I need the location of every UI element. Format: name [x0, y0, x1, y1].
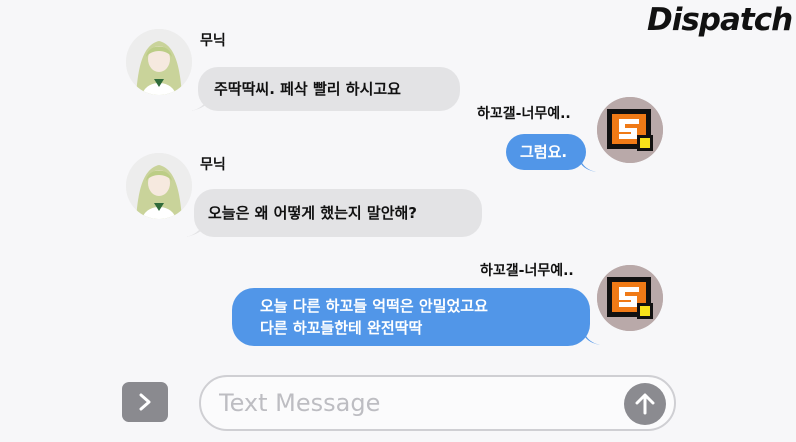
game-logo-avatar-icon: [597, 265, 663, 331]
outgoing-bubble[interactable]: 그럼요.: [506, 134, 586, 170]
watermark: Dispatch: [647, 2, 793, 38]
anime-girl-avatar-icon: [126, 29, 192, 95]
sender-name: 무닉: [200, 33, 226, 49]
arrow-up-icon: [635, 393, 655, 415]
incoming-bubble[interactable]: 주딱딱씨. 페삭 빨리 하시고요: [198, 67, 460, 111]
avatar[interactable]: [597, 97, 663, 163]
chevron-right-icon: [139, 393, 151, 411]
game-logo-avatar-icon: [597, 97, 663, 163]
message-text: 오늘은 왜 어떻게 했는지 말안해?: [208, 204, 417, 222]
bubble-tail: [584, 331, 600, 345]
outgoing-bubble[interactable]: 오늘 다른 하꼬들 억떡은 안밀었고요 다른 하꼬들한테 완전딱딱: [232, 288, 590, 346]
expand-apps-button[interactable]: [122, 382, 168, 422]
message-text: 오늘 다른 하꼬들 억떡은 안밀었고요: [260, 297, 488, 315]
anime-girl-avatar-icon: [126, 153, 192, 219]
incoming-bubble[interactable]: 오늘은 왜 어떻게 했는지 말안해?: [194, 189, 482, 237]
sender-name: 하꼬갤-너무예..: [480, 263, 574, 279]
bubble-tail: [186, 223, 204, 237]
message-text: 주딱딱씨. 페삭 빨리 하시고요: [214, 80, 401, 98]
sender-name: 무닉: [200, 157, 226, 173]
bubble-tail: [191, 97, 209, 111]
message-text: 다른 하꼬들한테 완전딱딱: [260, 319, 423, 337]
send-button[interactable]: [624, 383, 666, 425]
message-text: 그럼요.: [520, 143, 568, 161]
avatar[interactable]: [126, 153, 192, 219]
avatar[interactable]: [126, 29, 192, 95]
bubble-tail: [580, 158, 596, 172]
sender-name: 하꼬갤-너무예..: [477, 106, 571, 122]
message-input[interactable]: [219, 385, 619, 421]
avatar[interactable]: [597, 265, 663, 331]
message-input-container: [199, 375, 676, 431]
